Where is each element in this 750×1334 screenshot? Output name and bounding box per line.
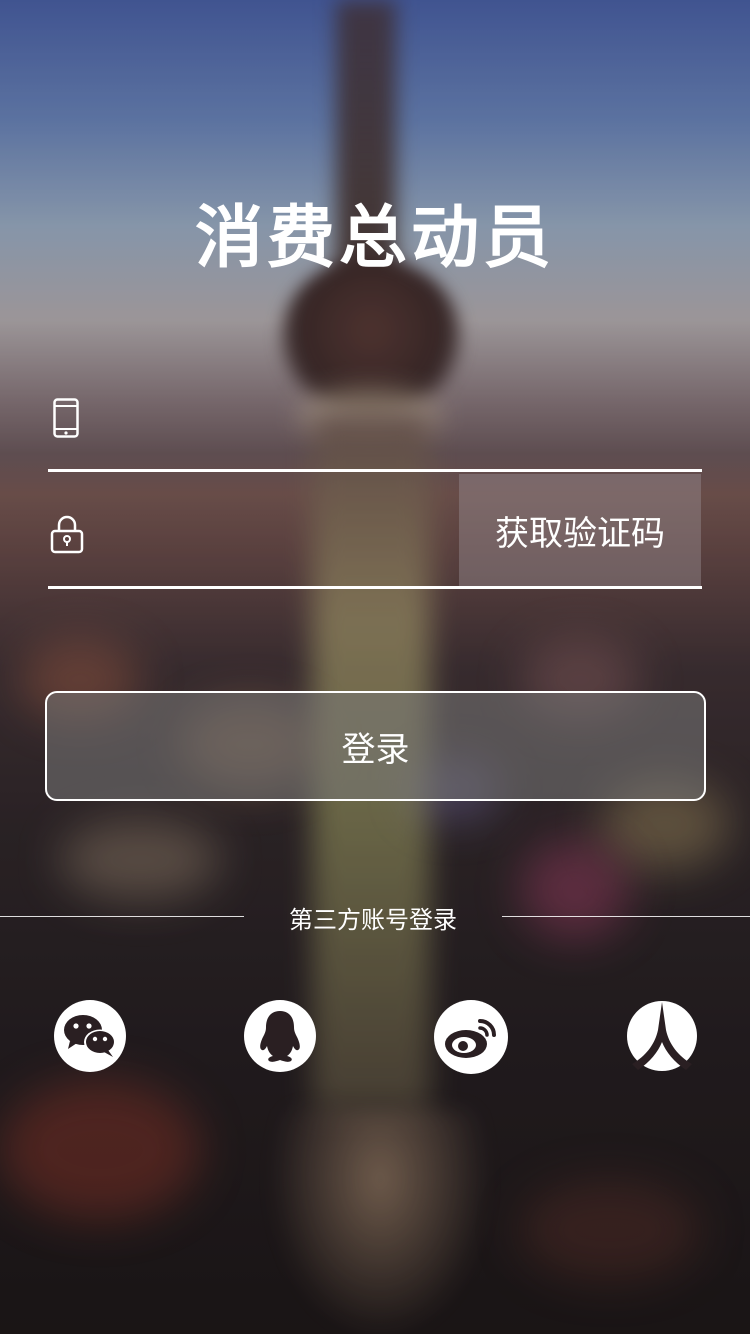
renren-login-button[interactable] [626, 1000, 698, 1072]
lock-icon [50, 514, 84, 554]
phone-input[interactable] [110, 388, 694, 452]
get-code-button[interactable]: 获取验证码 [459, 474, 701, 586]
phone-icon [52, 398, 80, 438]
verification-code-input[interactable] [110, 504, 454, 568]
weibo-icon [445, 1019, 496, 1058]
app-logo: 消费总动员 [194, 199, 555, 278]
wechat-login-button[interactable] [54, 1000, 126, 1072]
phone-field-underline [48, 469, 702, 472]
third-party-divider-right [502, 916, 750, 917]
third-party-divider-left [0, 916, 244, 917]
code-field-underline [48, 586, 702, 589]
third-party-label: 第三方账号登录 [289, 906, 457, 934]
wechat-icon [64, 1015, 116, 1057]
qq-icon [260, 1011, 300, 1062]
renren-icon [627, 1001, 697, 1071]
weibo-login-button[interactable] [434, 1000, 508, 1074]
login-screen: 消费总动员 获取验证码 登录 第三方账号登录 [0, 0, 750, 1334]
login-button[interactable]: 登录 [45, 691, 706, 801]
qq-login-button[interactable] [244, 1000, 316, 1072]
